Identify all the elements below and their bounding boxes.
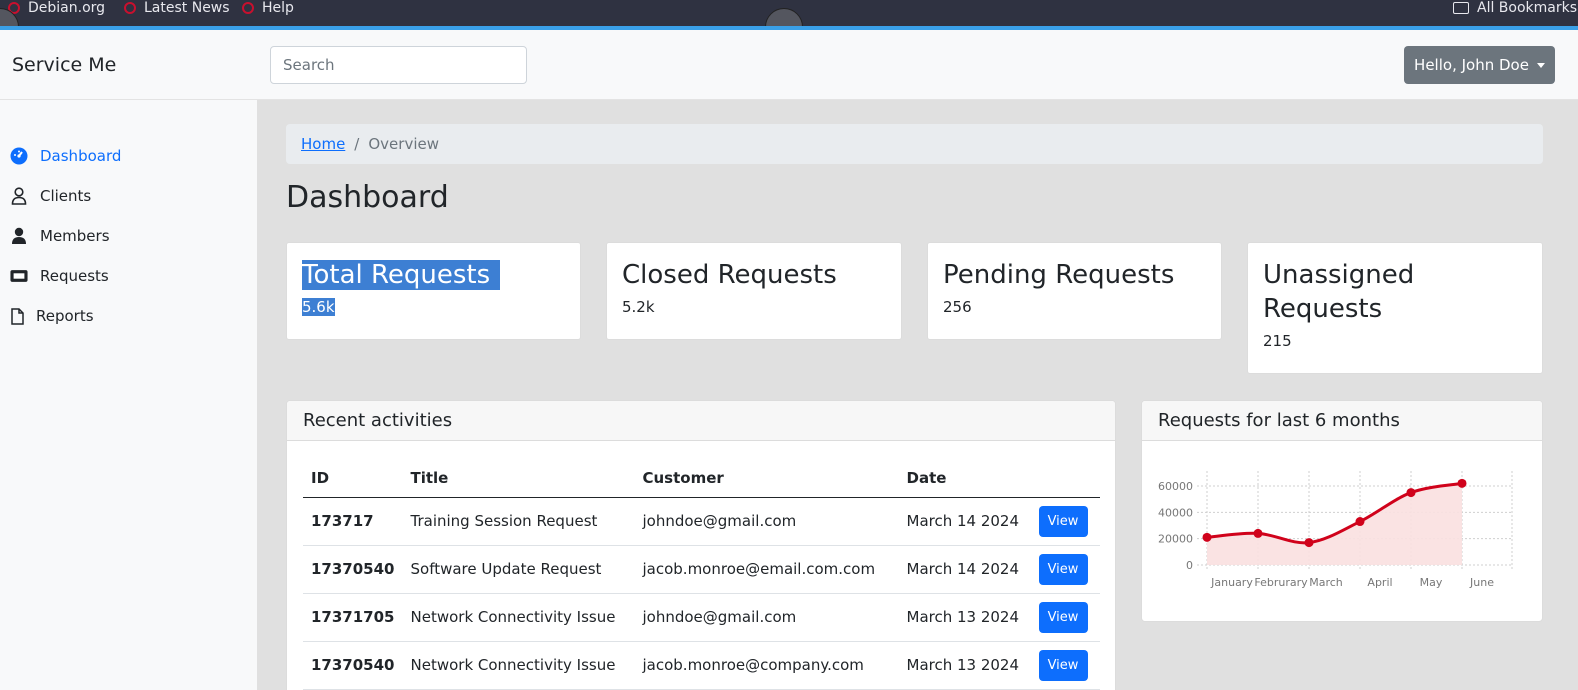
stat-value: 215 <box>1263 332 1292 350</box>
page-title: Dashboard <box>286 180 449 215</box>
data-point <box>1304 538 1314 548</box>
file-icon <box>10 307 24 325</box>
view-button[interactable]: View <box>1038 505 1088 537</box>
sidebar-item-dashboard[interactable]: Dashboard <box>10 144 121 168</box>
ticket-icon <box>10 267 28 285</box>
column-header: Date <box>898 459 1031 498</box>
cell-customer: jacob.monroe@email.com.com <box>634 545 899 594</box>
recent-activities-table: ID Title Customer Date 173717 Training S… <box>303 459 1100 690</box>
cell-date: March 13 2024 <box>898 641 1031 690</box>
x-tick-label: June <box>1469 576 1494 589</box>
data-point <box>1406 488 1416 498</box>
cell-title: Software Update Request <box>402 545 635 594</box>
stat-value: 5.2k <box>622 298 655 316</box>
x-tick-label: April <box>1367 576 1392 589</box>
caret-down-icon <box>1536 62 1545 68</box>
debian-swirl-icon <box>242 2 254 14</box>
stat-card-unassigned: Unassigned Requests 215 <box>1247 242 1543 374</box>
sidebar: Dashboard Clients Members Requests Repor… <box>0 100 258 690</box>
data-point <box>1253 528 1263 538</box>
cell-title: Network Connectivity Issue <box>402 593 635 642</box>
stat-card-pending: Pending Requests 256 <box>927 242 1222 340</box>
view-button[interactable]: View <box>1038 649 1088 681</box>
data-point <box>1355 517 1365 527</box>
table-row: 17370540 Network Connectivity Issue jaco… <box>303 641 1100 690</box>
y-tick-label: 60000 <box>1158 480 1193 493</box>
sidebar-item-requests[interactable]: Requests <box>10 264 109 288</box>
cell-customer: jacob.monroe@company.com <box>634 641 899 690</box>
stat-value: 256 <box>943 298 972 316</box>
requests-chart-card: Requests for last 6 months 0 20000 40000 60… <box>1141 400 1543 622</box>
bookmarks-folder[interactable]: All Bookmarks <box>1453 0 1577 16</box>
cell-id: 17371705 <box>303 593 403 642</box>
table-row: 17371705 Network Connectivity Issue john… <box>303 593 1100 642</box>
search-input[interactable] <box>270 46 527 84</box>
y-tick-label: 20000 <box>1158 533 1193 546</box>
user-solid-icon <box>10 227 28 245</box>
folder-icon <box>1453 2 1469 14</box>
bookmark-latest-news[interactable]: Latest News <box>124 0 230 16</box>
debian-swirl-icon <box>124 2 136 14</box>
x-tick-label: January <box>1210 576 1253 589</box>
sidebar-item-members[interactable]: Members <box>10 224 110 248</box>
view-button[interactable]: View <box>1038 601 1088 633</box>
stat-card-closed: Closed Requests 5.2k <box>606 242 902 340</box>
data-point <box>1202 532 1212 542</box>
y-tick-label: 40000 <box>1158 506 1193 519</box>
gauge-icon <box>10 147 28 165</box>
column-header: Customer <box>634 459 899 498</box>
series-area <box>1207 483 1462 565</box>
column-header <box>1030 459 1100 498</box>
y-tick-label: 0 <box>1186 559 1193 572</box>
cell-id: 17370540 <box>303 641 403 690</box>
x-tick-label: Februrary <box>1254 576 1308 589</box>
stat-title: Unassigned Requests <box>1263 260 1415 324</box>
cell-title: Network Connectivity Issue <box>402 641 635 690</box>
stat-card-total: Total Requests 5.6k <box>286 242 581 340</box>
sidebar-item-clients[interactable]: Clients <box>10 184 91 208</box>
stat-title: Total Requests <box>302 260 501 290</box>
column-header: Title <box>402 459 635 498</box>
bookmark-help[interactable]: Help <box>242 0 294 16</box>
cell-customer: johndoe@gmail.com <box>634 497 899 546</box>
breadcrumb-home-link[interactable]: Home <box>301 135 345 153</box>
column-header: ID <box>303 459 403 498</box>
breadcrumb-current: Overview <box>368 135 439 153</box>
recent-activities-card: Recent activities ID Title Customer Date… <box>286 400 1116 690</box>
cell-id: 173717 <box>303 497 403 546</box>
x-tick-label: May <box>1420 576 1443 589</box>
top-navbar: Service Me Hello, John Doe <box>0 30 1578 100</box>
cell-id: 17370540 <box>303 545 403 594</box>
brand-name[interactable]: Service Me <box>12 54 116 76</box>
card-title: Recent activities <box>287 401 1115 441</box>
breadcrumb-separator: / <box>354 135 360 153</box>
table-row: 17370540 Software Update Request jacob.m… <box>303 545 1100 594</box>
user-outline-icon <box>10 187 28 205</box>
table-row: 173717 Training Session Request johndoe@… <box>303 497 1100 546</box>
cell-date: March 14 2024 <box>898 545 1031 594</box>
cell-date: March 14 2024 <box>898 497 1031 546</box>
requests-line-chart: 0 20000 40000 60000 January Februrary March Apr… <box>1158 471 1513 589</box>
cell-date: March 13 2024 <box>898 593 1031 642</box>
cell-title: Training Session Request <box>402 497 635 546</box>
sidebar-item-reports[interactable]: Reports <box>10 304 94 328</box>
bookmark-debian[interactable]: Debian.org <box>8 0 105 16</box>
stat-title: Pending Requests <box>943 260 1175 290</box>
card-title: Requests for last 6 months <box>1142 401 1542 441</box>
stat-title: Closed Requests <box>622 260 837 290</box>
table-header-row: ID Title Customer Date <box>303 459 1100 498</box>
cell-customer: johndoe@gmail.com <box>634 593 899 642</box>
user-menu-button[interactable]: Hello, John Doe <box>1404 46 1555 84</box>
x-tick-label: March <box>1309 576 1343 589</box>
breadcrumb: Home / Overview <box>286 124 1543 164</box>
data-point <box>1457 478 1467 488</box>
view-button[interactable]: View <box>1038 553 1088 585</box>
stat-value: 5.6k <box>302 298 335 316</box>
